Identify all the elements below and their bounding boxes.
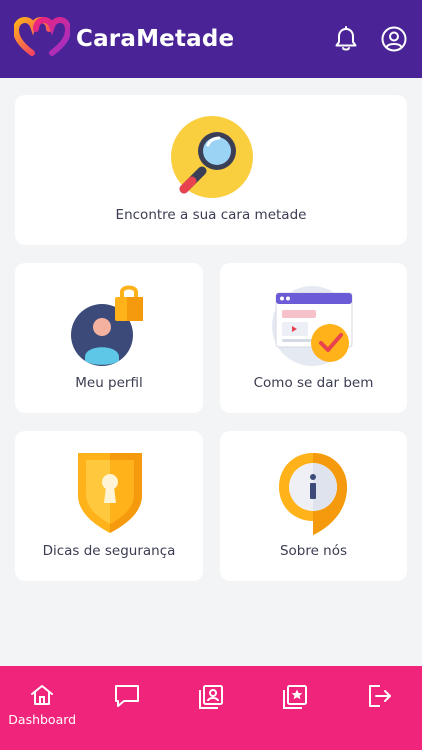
nav-label-dashboard: Dashboard — [8, 712, 77, 727]
dating-tips-card[interactable]: Como se dar bem — [220, 263, 407, 413]
user-lock-icon — [70, 283, 150, 373]
nav-item-logout[interactable] — [338, 666, 422, 750]
nav-item-contacts[interactable] — [169, 666, 253, 750]
my-profile-label: Meu perfil — [75, 375, 143, 391]
nav-item-messages[interactable] — [84, 666, 168, 750]
find-match-card[interactable]: Encontre a sua cara metade — [15, 95, 407, 245]
magnifier-icon — [170, 115, 254, 203]
dating-tips-label: Como se dar bem — [253, 375, 374, 391]
safety-tips-card[interactable]: Dicas de segurança — [15, 431, 203, 581]
brand-name: CaraMetade — [76, 26, 235, 52]
info-bubble-icon — [276, 451, 350, 541]
browser-check-icon — [270, 283, 360, 373]
find-match-label: Encontre a sua cara metade — [115, 207, 307, 223]
safety-tips-label: Dicas de segurança — [42, 543, 176, 559]
brand: CaraMetade — [12, 16, 235, 61]
app-header: CaraMetade — [0, 0, 422, 78]
home-icon — [30, 684, 54, 710]
starred-gallery-icon — [282, 684, 308, 714]
about-us-label: Sobre nós — [279, 543, 348, 559]
user-circle-icon[interactable] — [380, 25, 408, 53]
logout-icon — [367, 684, 393, 712]
shield-keyhole-icon — [75, 449, 145, 539]
bottom-navigation: Dashboard — [0, 666, 422, 750]
chat-icon — [114, 684, 140, 712]
about-us-card[interactable]: Sobre nós — [220, 431, 407, 581]
hearts-logo-icon — [12, 16, 72, 61]
nav-item-favorites[interactable] — [253, 666, 337, 750]
nav-item-dashboard[interactable]: Dashboard — [0, 666, 84, 750]
bell-icon[interactable] — [332, 25, 360, 53]
contacts-icon — [198, 684, 224, 714]
my-profile-card[interactable]: Meu perfil — [15, 263, 203, 413]
